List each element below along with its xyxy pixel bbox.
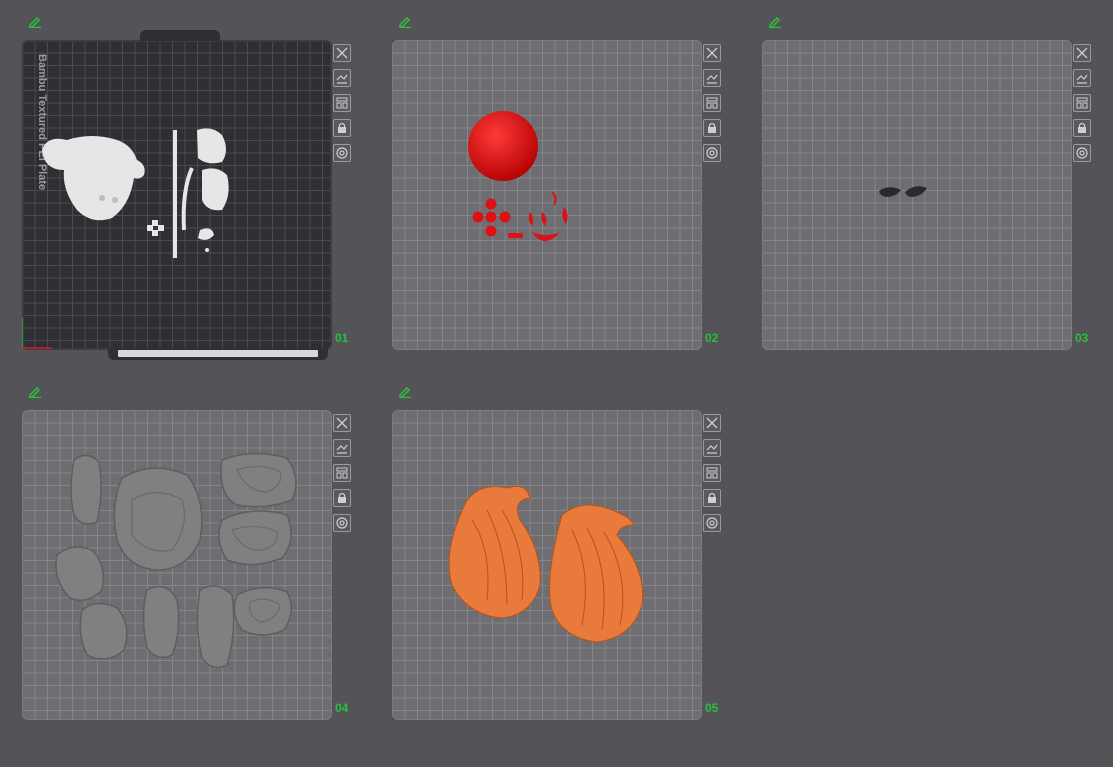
- settings-icon[interactable]: [703, 144, 721, 162]
- settings-icon[interactable]: [333, 144, 351, 162]
- plate-02-models[interactable]: [392, 40, 702, 350]
- plate-03-models[interactable]: [762, 40, 1072, 350]
- lock-icon[interactable]: [703, 119, 721, 137]
- plate-number: 05: [705, 701, 719, 715]
- plate-cell-04: 04: [22, 386, 362, 740]
- edit-icon[interactable]: [398, 384, 412, 398]
- close-icon[interactable]: [1073, 44, 1091, 62]
- plate-04-models[interactable]: [22, 410, 332, 720]
- plate-01-models[interactable]: [22, 40, 332, 350]
- lock-icon[interactable]: [333, 119, 351, 137]
- build-plate-04[interactable]: [22, 410, 332, 720]
- auto-orient-icon[interactable]: [333, 439, 351, 457]
- arrange-icon[interactable]: [1073, 94, 1091, 112]
- close-icon[interactable]: [703, 414, 721, 432]
- plate-05-models[interactable]: [392, 410, 702, 720]
- plate-toolbar: [703, 414, 725, 539]
- lock-icon[interactable]: [333, 489, 351, 507]
- build-plate-02[interactable]: [392, 40, 702, 350]
- build-plate-03[interactable]: [762, 40, 1072, 350]
- arrange-icon[interactable]: [333, 464, 351, 482]
- plate-toolbar: [333, 414, 355, 539]
- plate-number: 02: [705, 331, 719, 345]
- auto-orient-icon[interactable]: [703, 69, 721, 87]
- plate-cell-01: Bambu Textured PEI Plate 01: [22, 16, 362, 370]
- auto-orient-icon[interactable]: [333, 69, 351, 87]
- lock-icon[interactable]: [1073, 119, 1091, 137]
- close-icon[interactable]: [333, 44, 351, 62]
- settings-icon[interactable]: [703, 514, 721, 532]
- settings-icon[interactable]: [333, 514, 351, 532]
- edit-icon[interactable]: [28, 14, 42, 28]
- edit-icon[interactable]: [28, 384, 42, 398]
- plate-toolbar: [703, 44, 725, 169]
- build-plate-01[interactable]: Bambu Textured PEI Plate: [22, 30, 332, 360]
- close-icon[interactable]: [333, 414, 351, 432]
- plate-number: 03: [1075, 331, 1089, 345]
- close-icon[interactable]: [703, 44, 721, 62]
- plate-toolbar: [333, 44, 355, 169]
- edit-icon[interactable]: [768, 14, 782, 28]
- plate-cell-02: 02: [392, 16, 732, 370]
- plate-toolbar: [1073, 44, 1095, 169]
- build-plate-05[interactable]: [392, 410, 702, 720]
- plate-cell-03: 03: [762, 16, 1102, 370]
- arrange-icon[interactable]: [703, 464, 721, 482]
- edit-icon[interactable]: [398, 14, 412, 28]
- plate-cell-05: 05: [392, 386, 732, 740]
- auto-orient-icon[interactable]: [703, 439, 721, 457]
- lock-icon[interactable]: [703, 489, 721, 507]
- plate-name-bar: [108, 348, 328, 360]
- plate-number: 01: [335, 331, 349, 345]
- arrange-icon[interactable]: [703, 94, 721, 112]
- arrange-icon[interactable]: [333, 94, 351, 112]
- plate-number: 04: [335, 701, 349, 715]
- auto-orient-icon[interactable]: [1073, 69, 1091, 87]
- settings-icon[interactable]: [1073, 144, 1091, 162]
